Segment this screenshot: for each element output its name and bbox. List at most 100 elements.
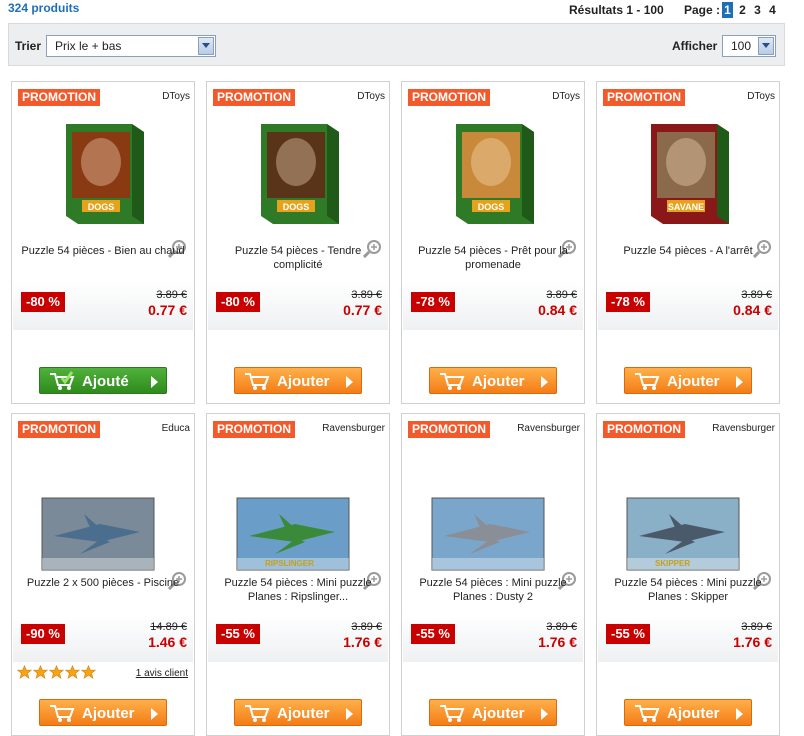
old-price: 3.89 € <box>741 289 772 301</box>
new-price: 1.46 € <box>148 634 187 650</box>
reviews-link[interactable]: 1 avis client <box>136 668 188 679</box>
old-price: 3.89 € <box>156 289 187 301</box>
page-2-link[interactable]: 2 <box>737 2 748 18</box>
button-label: Ajouter <box>82 705 135 722</box>
sort-toolbar: Trier Prix le + bas Afficher 100 <box>8 23 785 66</box>
discount-badge: -80 % <box>216 292 260 312</box>
cart-icon <box>48 371 76 400</box>
price-block: -80 % 3.89 €0.77 € <box>13 282 193 330</box>
pagination: 1 2 3 4 <box>722 2 778 18</box>
product-title[interactable]: Puzzle 54 pièces : Mini puzzle Planes : … <box>408 576 578 604</box>
product-title[interactable]: Puzzle 54 pièces : Mini puzzle Planes : … <box>603 576 773 604</box>
new-price: 1.76 € <box>733 634 772 650</box>
product-card[interactable]: PROMOTION DToys DOGS Puzzle 54 pièces - Prê… <box>401 81 585 404</box>
product-title[interactable]: Puzzle 54 pièces - Tendre complicité <box>213 244 383 272</box>
page-label: Page : <box>684 3 721 17</box>
new-price: 1.76 € <box>538 634 577 650</box>
svg-text:SKIPPER: SKIPPER <box>655 559 690 568</box>
old-price: 3.89 € <box>546 621 577 633</box>
sort-label: Trier <box>15 39 42 53</box>
product-thumbnail[interactable] <box>40 496 156 577</box>
product-thumbnail[interactable]: SKIPPER <box>625 496 741 577</box>
brand-name: Ravensburger <box>322 423 385 434</box>
added-button[interactable]: Ajouté <box>39 367 167 394</box>
star-icon <box>16 664 33 679</box>
discount-badge: -55 % <box>411 624 455 644</box>
add-to-cart-button[interactable]: Ajouter <box>234 699 362 726</box>
promotion-badge: PROMOTION <box>18 421 100 438</box>
new-price: 0.77 € <box>343 302 382 318</box>
product-thumbnail[interactable]: RIPSLINGER <box>235 496 351 577</box>
price-block: -78 % 3.89 €0.84 € <box>403 282 583 330</box>
new-price: 0.84 € <box>538 302 577 318</box>
add-to-cart-button[interactable]: Ajouter <box>624 367 752 394</box>
old-price: 14.89 € <box>150 621 187 633</box>
price-block: -80 % 3.89 €0.77 € <box>208 282 388 330</box>
old-price: 3.89 € <box>351 621 382 633</box>
product-image[interactable] <box>12 444 194 590</box>
product-card[interactable]: PROMOTION DToys SAVANE Puzzle 54 pièces - A… <box>596 81 780 404</box>
product-image[interactable]: DOGS <box>12 112 194 258</box>
page-4-link[interactable]: 4 <box>767 2 778 18</box>
brand-name: Ravensburger <box>712 423 775 434</box>
svg-text:RIPSLINGER: RIPSLINGER <box>265 559 314 568</box>
cart-icon <box>438 371 466 400</box>
per-page-select[interactable]: 100 <box>722 35 776 57</box>
price-block: -55 % 3.89 €1.76 € <box>403 614 583 662</box>
product-image[interactable] <box>402 444 584 590</box>
promotion-badge: PROMOTION <box>603 89 685 106</box>
add-to-cart-button[interactable]: Ajouter <box>234 367 362 394</box>
promotion-badge: PROMOTION <box>18 89 100 106</box>
price-block: -55 % 3.89 €1.76 € <box>598 614 778 662</box>
product-thumbnail[interactable]: DOGS <box>450 118 540 231</box>
arrow-right-icon <box>541 708 548 720</box>
chevron-down-icon[interactable] <box>758 37 774 55</box>
promotion-badge: PROMOTION <box>408 89 490 106</box>
product-thumbnail[interactable]: SAVANE <box>645 118 735 231</box>
promotion-badge: PROMOTION <box>213 89 295 106</box>
results-range: Résultats 1 - 100 <box>569 3 664 17</box>
brand-name: DToys <box>162 91 190 102</box>
product-title[interactable]: Puzzle 54 pièces - Prêt pour la promenad… <box>408 244 578 272</box>
promotion-badge: PROMOTION <box>603 421 685 438</box>
cart-icon <box>633 371 661 400</box>
old-price: 3.89 € <box>546 289 577 301</box>
product-card[interactable]: PROMOTION Ravensburger RIPSLINGER Puzzle 54… <box>206 413 390 736</box>
product-card[interactable]: PROMOTION Ravensburger Puzzle 54 pièces : … <box>401 413 585 736</box>
add-to-cart-button[interactable]: Ajouter <box>429 699 557 726</box>
sort-select[interactable]: Prix le + bas <box>46 35 216 57</box>
product-card[interactable]: PROMOTION DToys DOGS Puzzle 54 pièces - Bie… <box>11 81 195 404</box>
promotion-badge: PROMOTION <box>213 421 295 438</box>
add-to-cart-button[interactable]: Ajouter <box>624 699 752 726</box>
product-image[interactable]: SKIPPER <box>597 444 779 590</box>
new-price: 1.76 € <box>343 634 382 650</box>
product-image[interactable]: SAVANE <box>597 112 779 258</box>
page-3-link[interactable]: 3 <box>752 2 763 18</box>
discount-badge: -78 % <box>606 292 650 312</box>
add-to-cart-button[interactable]: Ajouter <box>429 367 557 394</box>
product-thumbnail[interactable] <box>430 496 546 577</box>
product-title[interactable]: Puzzle 54 pièces : Mini puzzle Planes : … <box>213 576 383 604</box>
button-label: Ajouter <box>277 373 330 390</box>
product-card[interactable]: PROMOTION DToys DOGS Puzzle 54 pièces - Ten… <box>206 81 390 404</box>
product-title[interactable]: Puzzle 54 pièces - A l'arrêt <box>603 244 773 258</box>
product-thumbnail[interactable]: DOGS <box>255 118 345 231</box>
product-title[interactable]: Puzzle 2 x 500 pièces - Piscine <box>18 576 188 590</box>
discount-badge: -55 % <box>606 624 650 644</box>
arrow-right-icon <box>151 708 158 720</box>
product-image[interactable]: RIPSLINGER <box>207 444 389 590</box>
price-block: -78 % 3.89 €0.84 € <box>598 282 778 330</box>
product-title[interactable]: Puzzle 54 pièces - Bien au chaud <box>18 244 188 258</box>
product-image[interactable]: DOGS <box>402 112 584 258</box>
product-card[interactable]: PROMOTION Educa Puzzle 2 x 500 pièces - Pi… <box>11 413 195 736</box>
chevron-down-icon[interactable] <box>198 37 214 55</box>
product-image[interactable]: DOGS <box>207 112 389 258</box>
star-icon <box>32 664 49 679</box>
product-thumbnail[interactable]: DOGS <box>60 118 150 231</box>
add-to-cart-button[interactable]: Ajouter <box>39 699 167 726</box>
button-label: Ajouter <box>667 705 720 722</box>
price-block: -55 % 3.89 €1.76 € <box>208 614 388 662</box>
product-card[interactable]: PROMOTION Ravensburger SKIPPER Puzzle 54 pi… <box>596 413 780 736</box>
page-1-link[interactable]: 1 <box>722 2 733 18</box>
star-icon <box>64 664 81 679</box>
